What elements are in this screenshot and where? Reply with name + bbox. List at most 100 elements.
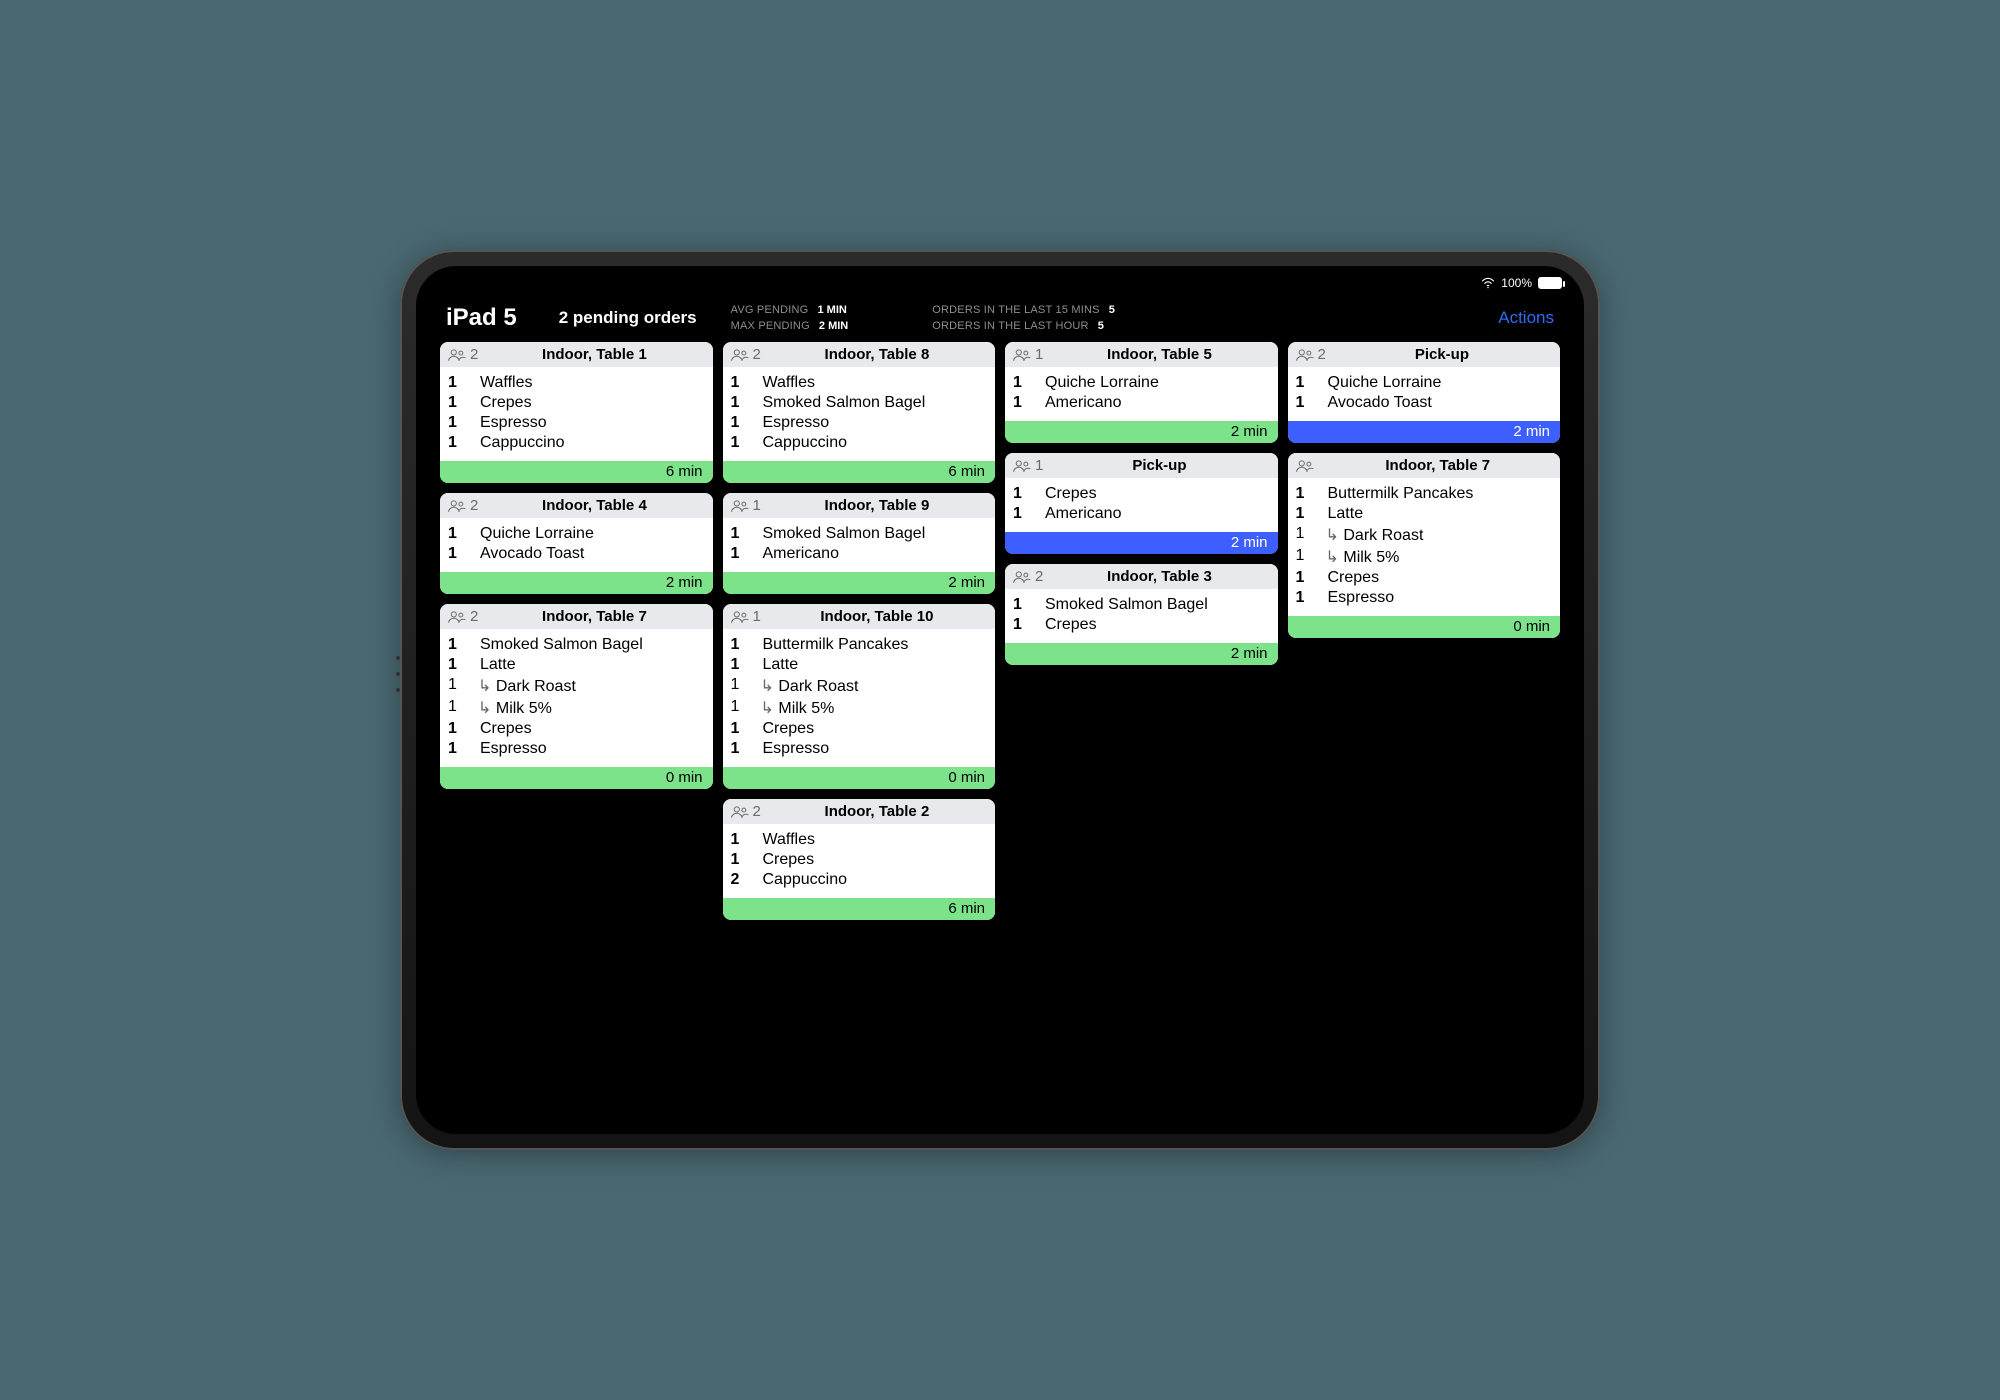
order-line-name: Crepes (480, 720, 705, 738)
order-line: 1 Cappuccino (448, 433, 705, 453)
order-line-name: Buttermilk Pancakes (763, 636, 988, 654)
order-card[interactable]: 2 Indoor, Table 1 1 Waffles 1 Crepes 1 E… (440, 342, 713, 483)
order-line-qty: 1 (1013, 616, 1035, 634)
order-line: 1 Crepes (448, 719, 705, 739)
people-count: 2 (753, 346, 761, 363)
order-card[interactable]: 2 Indoor, Table 2 1 Waffles 1 Crepes 2 C… (723, 799, 996, 920)
order-card[interactable]: 1 Indoor, Table 5 1 Quiche Lorraine 1 Am… (1005, 342, 1278, 443)
stat-avg-pending-label: AVG PENDING (731, 304, 809, 316)
order-line-qty: 1 (448, 698, 470, 718)
order-line-name: Crepes (763, 720, 988, 738)
order-card-time: 6 min (440, 461, 713, 483)
order-line-name: Quiche Lorraine (1045, 374, 1270, 392)
order-line-name: Waffles (763, 831, 988, 849)
order-card-time: 0 min (440, 767, 713, 789)
people-icon: 2 (731, 346, 761, 363)
order-line: 1 Milk 5% (731, 697, 988, 719)
people-icon: 2 (448, 346, 478, 363)
people-count: 1 (753, 608, 761, 625)
order-line-qty: 1 (731, 545, 753, 563)
order-card[interactable]: 1 Indoor, Table 9 1 Smoked Salmon Bagel … (723, 493, 996, 594)
order-line-name: Latte (763, 656, 988, 674)
order-card-header: 2 Indoor, Table 8 (723, 342, 996, 367)
order-line-name: Cappuccino (763, 434, 988, 452)
order-card[interactable]: 2 Indoor, Table 8 1 Waffles 1 Smoked Sal… (723, 342, 996, 483)
app-title: iPad 5 (446, 304, 517, 332)
order-line-qty: 1 (448, 720, 470, 738)
order-line-name: Milk 5% (763, 698, 988, 718)
order-card-header: 1 Pick-up (1005, 453, 1278, 478)
order-line: 1 Smoked Salmon Bagel (731, 393, 988, 413)
order-line-qty: 1 (448, 636, 470, 654)
order-card-time: 0 min (723, 767, 996, 789)
order-line: 1 Milk 5% (448, 697, 705, 719)
people-count: 1 (1035, 457, 1043, 474)
order-card[interactable]: 1 Pick-up 1 Crepes 1 Americano2 min (1005, 453, 1278, 554)
order-line-name: Smoked Salmon Bagel (763, 525, 988, 543)
people-icon: 2 (1013, 568, 1043, 585)
order-card-title: Indoor, Table 9 (769, 497, 985, 514)
order-card[interactable]: 2 Pick-up 1 Quiche Lorraine 1 Avocado To… (1288, 342, 1561, 443)
people-count: 1 (753, 497, 761, 514)
order-line-qty: 1 (1296, 525, 1318, 545)
people-count: 2 (1318, 346, 1326, 363)
order-line-name: Crepes (1045, 616, 1270, 634)
stats-pending: AVG PENDING 1 MIN MAX PENDING 2 MIN (731, 304, 849, 332)
order-line: 1 Espresso (448, 739, 705, 759)
order-line-qty: 1 (1296, 505, 1318, 523)
order-line-qty: 1 (448, 414, 470, 432)
order-line: 1 Cappuccino (731, 433, 988, 453)
order-line-qty: 1 (731, 851, 753, 869)
order-line-name: Cappuccino (480, 434, 705, 452)
order-lines: 1 Crepes 1 Americano (1005, 478, 1278, 532)
ios-status-bar: 100% (1481, 276, 1562, 290)
order-line: 1 Avocado Toast (1296, 393, 1553, 413)
order-line: 1 Smoked Salmon Bagel (448, 635, 705, 655)
order-line-qty: 1 (1296, 589, 1318, 607)
order-line-qty: 1 (1296, 374, 1318, 392)
order-line-name: Quiche Lorraine (1328, 374, 1553, 392)
battery-icon (1538, 277, 1562, 289)
order-line-qty: 1 (731, 414, 753, 432)
order-line: 1 Avocado Toast (448, 544, 705, 564)
order-lines: 1 Waffles 1 Crepes 1 Espresso 1 Cappucci… (440, 367, 713, 461)
order-line: 1 Quiche Lorraine (1013, 373, 1270, 393)
order-card-header: 1 Indoor, Table 10 (723, 604, 996, 629)
actions-button[interactable]: Actions (1498, 308, 1554, 328)
order-card[interactable]: 1 Indoor, Table 10 1 Buttermilk Pancakes… (723, 604, 996, 789)
order-line-name: Americano (1045, 394, 1270, 412)
order-card-header: Indoor, Table 7 (1288, 453, 1561, 478)
order-card[interactable]: Indoor, Table 7 1 Buttermilk Pancakes 1 … (1288, 453, 1561, 638)
order-line-qty: 2 (731, 871, 753, 889)
order-line-qty: 1 (731, 656, 753, 674)
order-line-name: Milk 5% (1328, 547, 1553, 567)
order-line-name: Espresso (480, 740, 705, 758)
order-card-title: Indoor, Table 1 (486, 346, 702, 363)
ipad-frame: 100% iPad 5 2 pending orders AVG PENDING… (400, 250, 1600, 1150)
order-card-time: 0 min (1288, 616, 1561, 638)
order-card-title: Indoor, Table 7 (486, 608, 702, 625)
people-icon: 2 (448, 497, 478, 514)
screen: 100% iPad 5 2 pending orders AVG PENDING… (416, 266, 1584, 1134)
order-lines: 1 Waffles 1 Smoked Salmon Bagel 1 Espres… (723, 367, 996, 461)
order-card[interactable]: 2 Indoor, Table 7 1 Smoked Salmon Bagel … (440, 604, 713, 789)
order-line-qty: 1 (1296, 485, 1318, 503)
order-line: 1 Espresso (448, 413, 705, 433)
order-line: 1 Milk 5% (1296, 546, 1553, 568)
app-header: iPad 5 2 pending orders AVG PENDING 1 MI… (440, 300, 1560, 342)
order-card[interactable]: 2 Indoor, Table 4 1 Quiche Lorraine 1 Av… (440, 493, 713, 594)
order-line: 2 Cappuccino (731, 870, 988, 890)
people-count: 2 (1035, 568, 1043, 585)
order-line-qty: 1 (1296, 547, 1318, 567)
order-line: 1 Crepes (1013, 615, 1270, 635)
order-lines: 1 Quiche Lorraine 1 Avocado Toast (440, 518, 713, 572)
order-line-name: Buttermilk Pancakes (1328, 485, 1553, 503)
order-card[interactable]: 2 Indoor, Table 3 1 Smoked Salmon Bagel … (1005, 564, 1278, 665)
order-card-title: Indoor, Table 7 (1326, 457, 1551, 474)
people-icon: 1 (1013, 346, 1043, 363)
order-line-name: Smoked Salmon Bagel (480, 636, 705, 654)
order-card-title: Indoor, Table 4 (486, 497, 702, 514)
pending-summary: 2 pending orders (559, 308, 697, 328)
order-card-header: 1 Indoor, Table 5 (1005, 342, 1278, 367)
order-card-title: Indoor, Table 5 (1051, 346, 1267, 363)
